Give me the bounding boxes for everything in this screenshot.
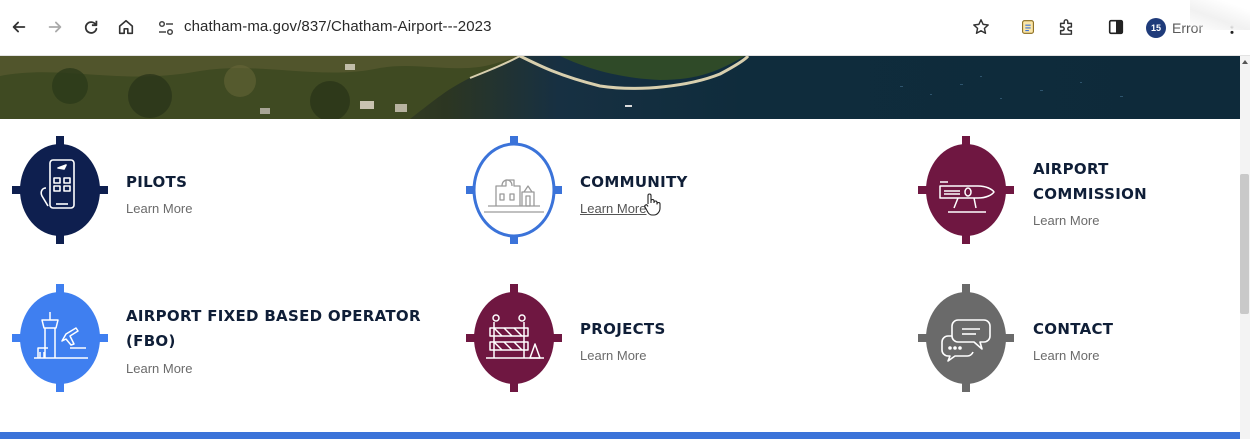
tab-search-icon[interactable] [1016,14,1040,40]
bookmark-star-icon[interactable] [968,14,994,40]
hand-pointer-cursor-icon [644,193,661,216]
avatar: 15 [1146,18,1166,38]
learn-more-link[interactable]: Learn More [580,348,646,363]
back-icon[interactable] [6,14,32,40]
scrollbar-thumb[interactable] [1240,174,1249,314]
footer-accent-bar [0,432,1240,439]
tile-title-line2[interactable]: (FBO) [126,329,176,354]
airplane-icon [918,136,1014,244]
learn-more-link[interactable]: Learn More [126,201,192,216]
reload-icon[interactable] [78,14,104,40]
browser-toolbar: chatham-ma.gov/837/Chatham-Airport---202… [0,0,1250,56]
site-settings-icon[interactable] [158,20,174,36]
construction-barrier-icon [466,284,562,392]
learn-more-link[interactable]: Learn More [1033,213,1099,228]
chat-bubbles-icon [918,284,1014,392]
extensions-puzzle-icon[interactable] [1053,14,1079,40]
tile-title[interactable]: PROJECTS [580,317,666,342]
tile-title[interactable]: CONTACT [1033,317,1113,342]
scroll-up-arrow-icon[interactable] [1242,60,1248,64]
smartphone-airplane-icon [12,136,108,244]
learn-more-link[interactable]: Learn More [580,201,646,216]
home-icon[interactable] [113,14,139,40]
learn-more-link[interactable]: Learn More [1033,348,1099,363]
tile-title[interactable]: COMMUNITY [580,170,688,195]
side-panel-icon[interactable] [1103,14,1129,40]
tile-title-line1[interactable]: AIRPORT FIXED BASED OPERATOR [126,304,421,329]
control-tower-icon [12,284,108,392]
address-bar[interactable]: chatham-ma.gov/837/Chatham-Airport---202… [184,18,492,35]
hero-aerial-photo [0,56,1240,119]
forward-icon[interactable] [42,14,68,40]
tile-title-line1[interactable]: AIRPORT [1033,157,1109,182]
window-glare [1190,0,1250,30]
tile-title-line2[interactable]: COMMISSION [1033,182,1147,207]
buildings-icon [466,136,562,244]
learn-more-link[interactable]: Learn More [126,361,192,376]
tile-title[interactable]: PILOTS [126,170,187,195]
